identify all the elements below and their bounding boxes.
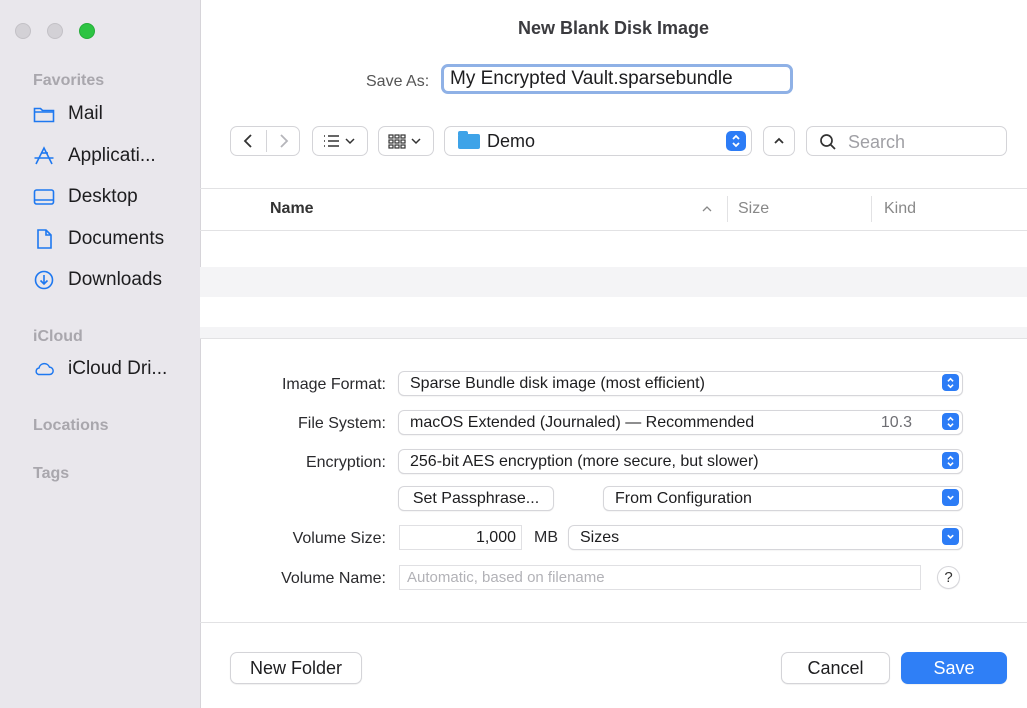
- chevron-down-icon: [942, 528, 959, 545]
- save-button[interactable]: Save: [901, 652, 1007, 684]
- help-button[interactable]: ?: [937, 566, 960, 589]
- sidebar-section-favorites: Favorites: [33, 72, 105, 89]
- encryption-value: 256-bit AES encryption (more secure, but…: [410, 453, 759, 470]
- encryption-popup[interactable]: 256-bit AES encryption (more secure, but…: [398, 449, 963, 474]
- sidebar-section-icloud: iCloud: [33, 328, 83, 345]
- column-header-kind[interactable]: Kind: [884, 200, 916, 218]
- back-button[interactable]: [230, 126, 266, 156]
- chevron-right-icon: [279, 134, 288, 148]
- column-header-name[interactable]: Name: [270, 200, 314, 218]
- volume-size-input[interactable]: 1,000: [399, 525, 522, 550]
- sidebar-item-icloud-drive[interactable]: iCloud Dri...: [33, 354, 193, 384]
- sidebar-item-label: Downloads: [68, 269, 162, 290]
- sidebar-section-tags[interactable]: Tags: [33, 465, 69, 483]
- grid-view-icon: [388, 134, 421, 149]
- list-row-stripe: [200, 267, 1027, 297]
- list-top-border: [200, 188, 1027, 189]
- configuration-value: From Configuration: [615, 490, 752, 507]
- list-view-icon: [324, 135, 355, 147]
- list-row-stripe: [200, 327, 1027, 338]
- sidebar-section-locations[interactable]: Locations: [33, 417, 109, 435]
- sidebar-item-label: Desktop: [68, 186, 138, 207]
- volume-size-presets-popup[interactable]: Sizes: [568, 525, 963, 550]
- window-title: New Blank Disk Image: [517, 18, 710, 38]
- chevron-left-icon: [243, 134, 252, 148]
- sidebar-item-label: Mail: [68, 103, 103, 124]
- image-format-label: Image Format:: [281, 376, 386, 393]
- folder-icon-body: [458, 134, 480, 149]
- column-separator: [871, 196, 872, 222]
- volume-name-input[interactable]: Automatic, based on filename: [399, 565, 921, 590]
- save-as-label: Save As:: [366, 73, 430, 90]
- sort-ascending-icon: [702, 206, 712, 212]
- cancel-button[interactable]: Cancel: [781, 652, 890, 684]
- column-separator: [727, 196, 728, 222]
- group-button[interactable]: [378, 126, 434, 156]
- desktop-icon: [33, 186, 55, 208]
- location-popup[interactable]: Demo: [444, 126, 752, 156]
- set-passphrase-button[interactable]: Set Passphrase...: [398, 486, 554, 511]
- up-down-chevron-icon: [942, 413, 959, 430]
- sidebar-item-label: iCloud Dri...: [68, 358, 168, 379]
- image-format-popup[interactable]: Sparse Bundle disk image (most efficient…: [398, 371, 963, 396]
- new-folder-button[interactable]: New Folder: [230, 652, 362, 684]
- header-bottom-border: [200, 230, 1027, 231]
- chevron-down-icon: [942, 489, 959, 506]
- save-as-input[interactable]: My Encrypted Vault.sparsebundle: [441, 64, 793, 94]
- sidebar-item-desktop[interactable]: Desktop: [33, 182, 193, 212]
- sidebar-item-label: Applicati...: [68, 145, 156, 166]
- search-placeholder: Search: [848, 132, 906, 152]
- search-icon: [820, 134, 836, 150]
- chevron-up-icon: [774, 137, 784, 144]
- save-dialog-window: Favorites Mail Applicati... Desktop Docu…: [0, 0, 1027, 708]
- up-down-chevron-icon: [942, 374, 959, 391]
- up-down-chevron-icon: [942, 452, 959, 469]
- configuration-popup[interactable]: From Configuration: [603, 486, 963, 511]
- list-row-blank: [200, 297, 1027, 327]
- sidebar-item-label: Documents: [68, 228, 165, 249]
- column-header-size[interactable]: Size: [738, 200, 769, 218]
- volume-size-preset: Sizes: [580, 529, 620, 546]
- up-down-chevron-icon: [726, 131, 746, 151]
- sidebar-item-applications[interactable]: Applicati...: [33, 141, 193, 171]
- volume-size-label: Volume Size:: [292, 530, 386, 547]
- forward-button[interactable]: [267, 126, 300, 156]
- document-icon: [33, 228, 55, 250]
- location-name: Demo: [487, 131, 536, 151]
- file-system-version: 10.3: [880, 414, 912, 431]
- sidebar: Favorites Mail Applicati... Desktop Docu…: [0, 0, 201, 708]
- minimize-window-button[interactable]: [47, 23, 63, 39]
- image-format-value: Sparse Bundle disk image (most efficient…: [410, 375, 705, 392]
- folder-icon: [33, 103, 55, 125]
- volume-size-unit: MB: [534, 529, 558, 546]
- list-view-button[interactable]: [312, 126, 368, 156]
- cloud-icon: [33, 358, 55, 380]
- applications-icon: [33, 145, 55, 167]
- list-bottom-border: [200, 338, 1027, 339]
- file-system-label: File System:: [297, 415, 386, 432]
- volume-name-label: Volume Name:: [281, 570, 386, 587]
- zoom-window-button[interactable]: [79, 23, 95, 39]
- file-system-value: macOS Extended (Journaled) — Recommended: [410, 414, 755, 431]
- sidebar-item-documents[interactable]: Documents: [33, 224, 193, 254]
- search-input[interactable]: Search: [806, 126, 1007, 156]
- file-system-popup[interactable]: macOS Extended (Journaled) — Recommended…: [398, 410, 963, 435]
- sidebar-item-downloads[interactable]: Downloads: [33, 265, 193, 295]
- sidebar-item-mail[interactable]: Mail: [33, 99, 193, 129]
- close-window-button[interactable]: [15, 23, 31, 39]
- downloads-icon: [33, 269, 55, 291]
- expand-collapse-button[interactable]: [763, 126, 795, 156]
- options-bottom-border: [200, 622, 1027, 623]
- encryption-label: Encryption:: [305, 454, 386, 471]
